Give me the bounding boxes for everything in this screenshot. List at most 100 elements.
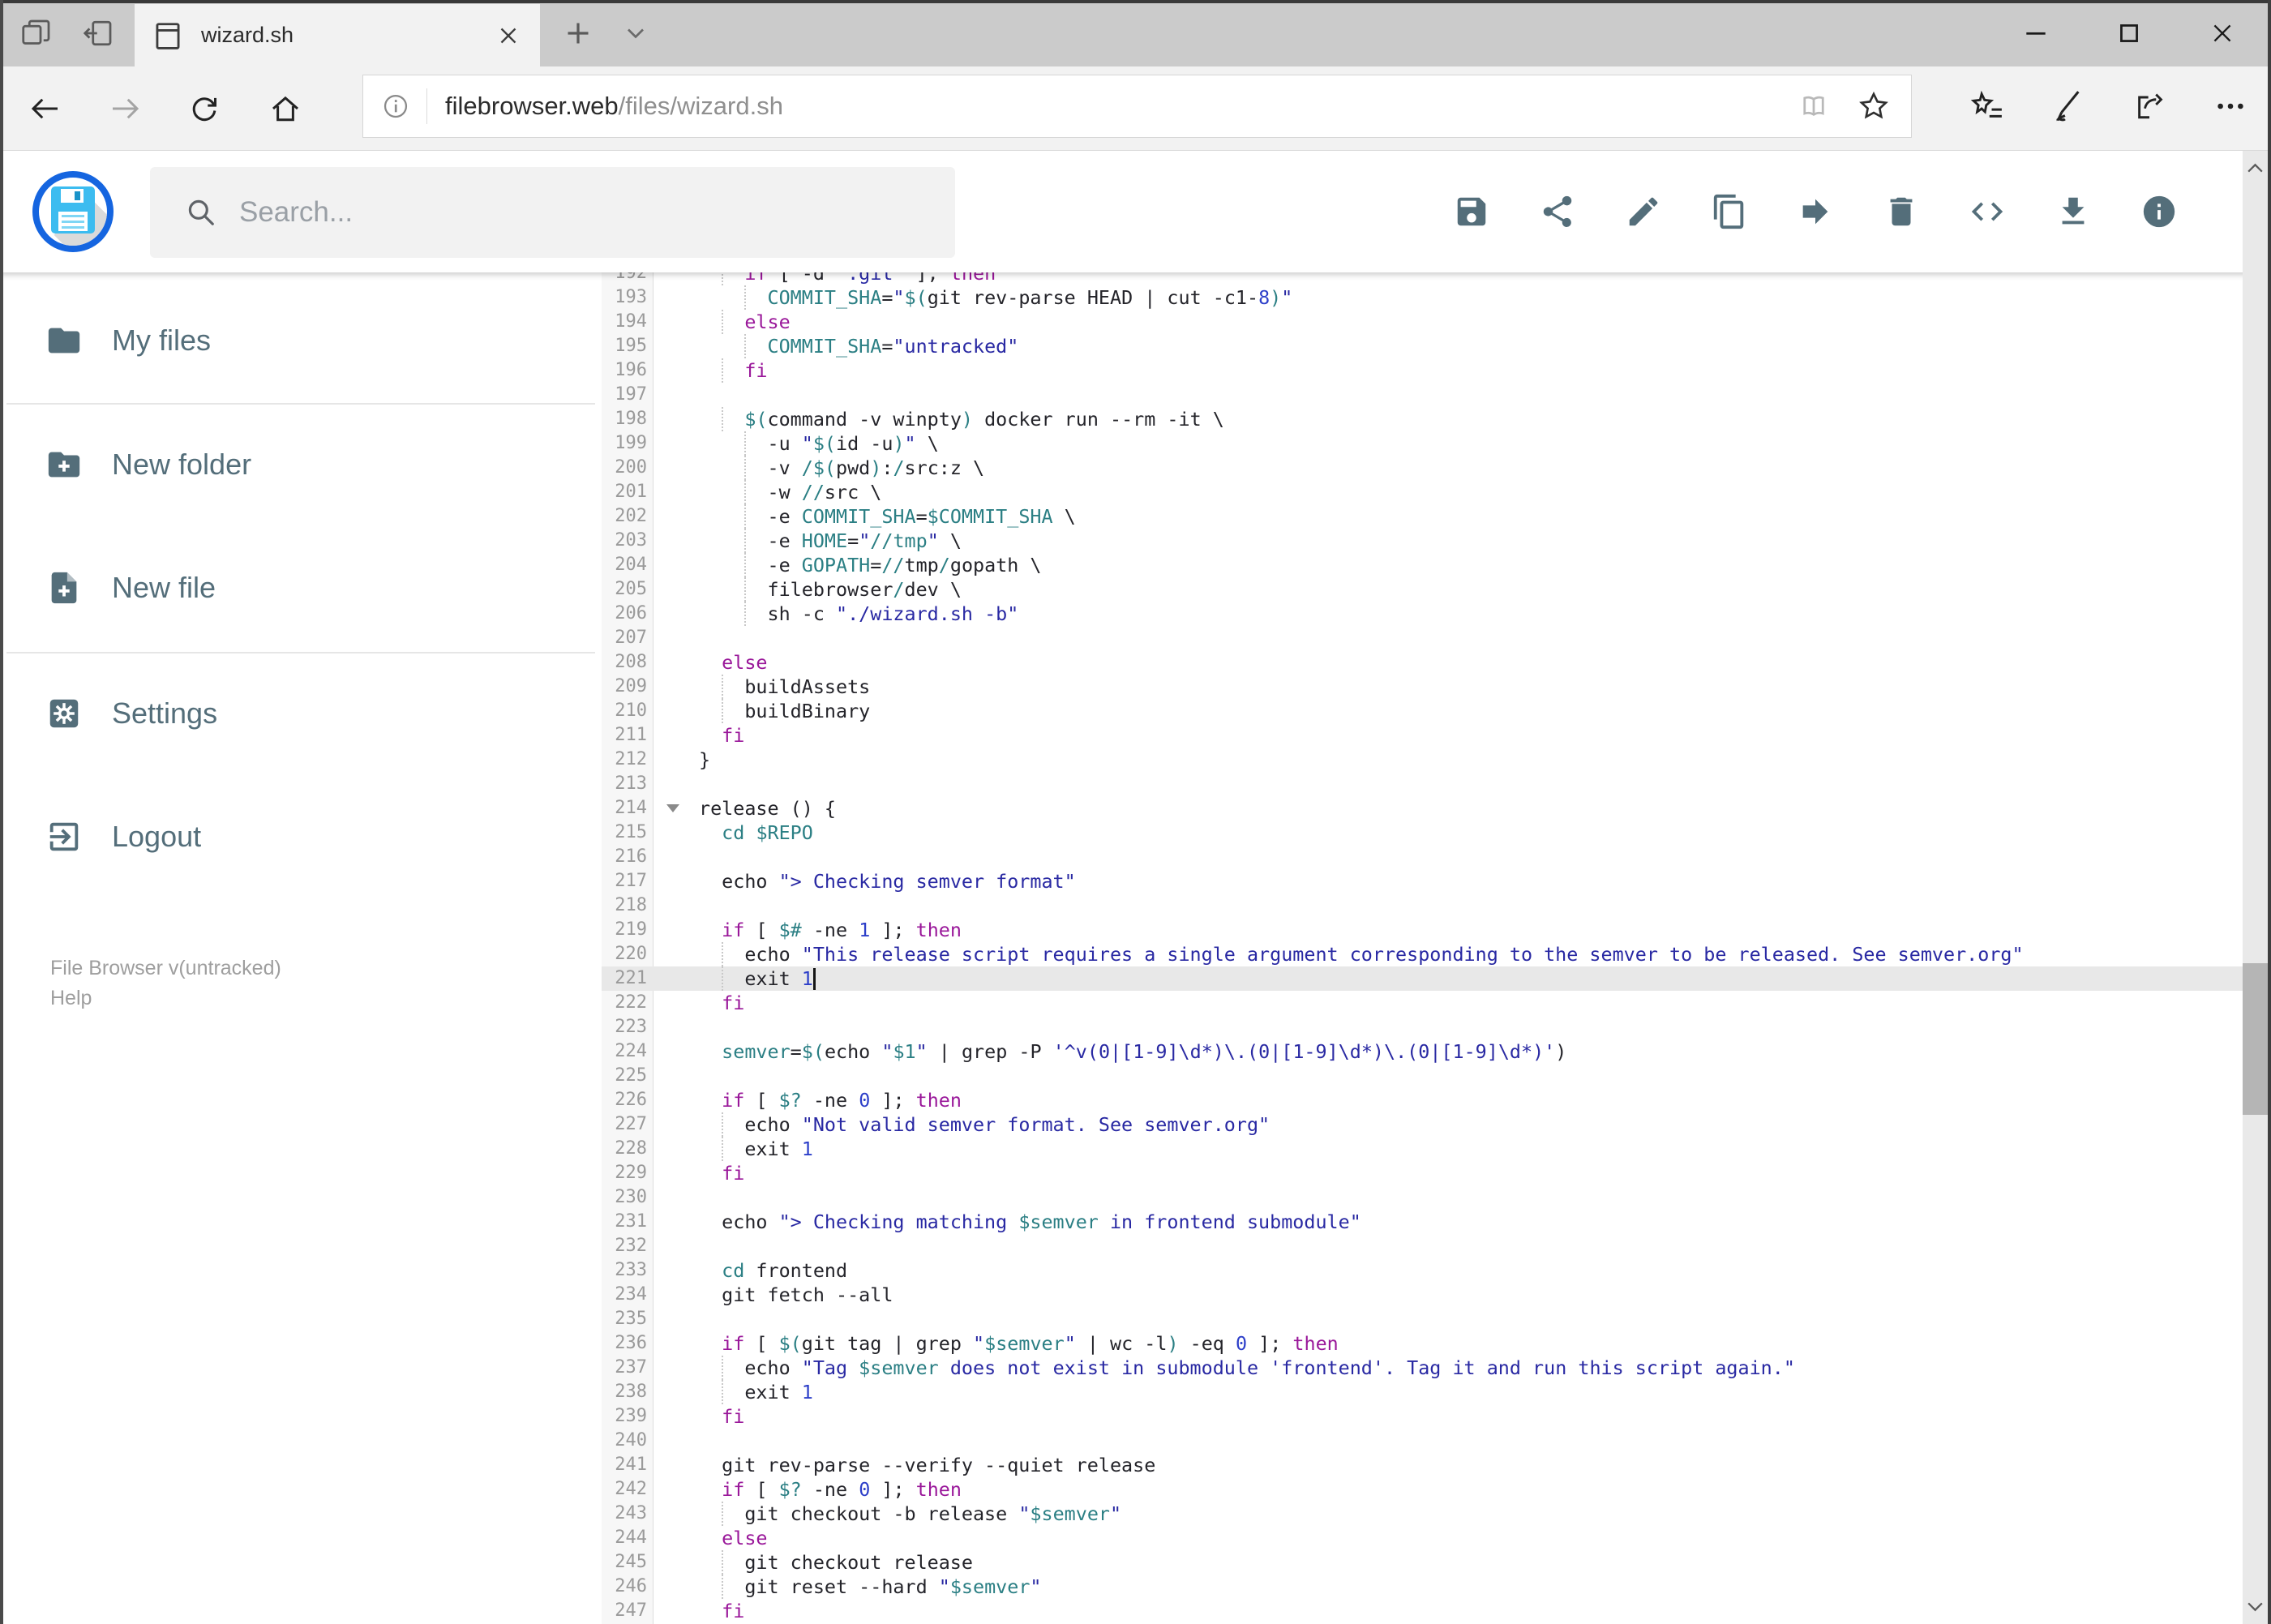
code-line[interactable]: 228 exit 1	[602, 1137, 2246, 1161]
code-line[interactable]: 201 -w //src \	[602, 480, 2246, 504]
web-note-pen-icon[interactable]	[2050, 88, 2086, 124]
code-line[interactable]: 245 git checkout release	[602, 1550, 2246, 1575]
home-icon[interactable]	[269, 92, 302, 125]
window-close-button[interactable]	[2175, 0, 2269, 66]
fold-marker-icon[interactable]	[666, 804, 679, 812]
raw-code-button[interactable]	[1961, 186, 2013, 238]
code-line[interactable]: 222 fi	[602, 991, 2246, 1015]
sidebar-item-new-folder[interactable]: New folder	[45, 439, 251, 491]
code-line[interactable]: 209 buildAssets	[602, 675, 2246, 699]
scrollbar-thumb[interactable]	[2243, 963, 2268, 1115]
code-line[interactable]: 193 COMMIT_SHA="$(git rev-parse HEAD | c…	[602, 285, 2246, 310]
code-line[interactable]: 205 filebrowser/dev \	[602, 577, 2246, 602]
code-line[interactable]: 214 release () {	[602, 796, 2246, 821]
code-line[interactable]: 215 cd $REPO	[602, 821, 2246, 845]
save-button[interactable]	[1446, 186, 1498, 238]
window-maximize-button[interactable]	[2082, 0, 2175, 66]
code-line[interactable]: 194 else	[602, 310, 2246, 334]
code-line[interactable]: 220 echo "This release script requires a…	[602, 942, 2246, 966]
code-line[interactable]: 225	[602, 1064, 2246, 1088]
code-line[interactable]: 200 -v /$(pwd):/src:z \	[602, 456, 2246, 480]
code-line[interactable]: 207	[602, 626, 2246, 650]
reading-view-icon[interactable]	[1796, 88, 1832, 124]
code-line[interactable]: 229 fi	[602, 1161, 2246, 1185]
scroll-up-icon[interactable]	[2245, 159, 2265, 179]
code-line[interactable]: 227 echo "Not valid semver format. See s…	[602, 1112, 2246, 1137]
filebrowser-logo[interactable]	[32, 171, 114, 252]
share-button[interactable]	[1532, 186, 1583, 238]
code-line[interactable]: 236 if [ $(git tag | grep "$semver" | wc…	[602, 1331, 2246, 1356]
code-line[interactable]: 217 echo "> Checking semver format"	[602, 869, 2246, 893]
sidebar-item-settings[interactable]: Settings	[45, 688, 217, 739]
code-line[interactable]: 202 -e COMMIT_SHA=$COMMIT_SHA \	[602, 504, 2246, 529]
code-line[interactable]: 219 if [ $# -ne 1 ]; then	[602, 918, 2246, 942]
hub-favorites-icon[interactable]	[1969, 88, 2005, 124]
code-line[interactable]: 239 fi	[602, 1404, 2246, 1429]
refresh-icon[interactable]	[188, 92, 221, 125]
copy-button[interactable]	[1703, 186, 1755, 238]
code-line[interactable]: 243 git checkout -b release "$semver"	[602, 1502, 2246, 1526]
tab-close-icon[interactable]	[495, 22, 522, 49]
help-link[interactable]: Help	[50, 983, 281, 1013]
code-line[interactable]: 199 -u "$(id -u)" \	[602, 431, 2246, 456]
code-line[interactable]: 246 git reset --hard "$semver"	[602, 1575, 2246, 1599]
more-options-icon[interactable]	[2213, 88, 2248, 124]
code-line[interactable]: 206 sh -c "./wizard.sh -b"	[602, 602, 2246, 626]
download-button[interactable]	[2047, 186, 2099, 238]
code-line[interactable]: 242 if [ $? -ne 0 ]; then	[602, 1477, 2246, 1502]
page-scrollbar[interactable]	[2243, 151, 2268, 1624]
sidebar-item-my-files[interactable]: My files	[45, 315, 211, 366]
code-line[interactable]: 216	[602, 845, 2246, 869]
code-line[interactable]: 210 buildBinary	[602, 699, 2246, 723]
code-line[interactable]: 212}	[602, 748, 2246, 772]
code-line[interactable]: 237 echo "Tag $semver does not exist in …	[602, 1356, 2246, 1380]
favorite-star-icon[interactable]	[1856, 88, 1892, 124]
code-line[interactable]: 232	[602, 1234, 2246, 1258]
back-icon[interactable]	[29, 92, 62, 125]
code-line[interactable]: 230	[602, 1185, 2246, 1210]
code-line[interactable]: 240	[602, 1429, 2246, 1453]
code-line[interactable]: 198 $(command -v winpty) docker run --rm…	[602, 407, 2246, 431]
code-line[interactable]: 218	[602, 893, 2246, 918]
code-line[interactable]: 235	[602, 1307, 2246, 1331]
code-line[interactable]: 208 else	[602, 650, 2246, 675]
tab-list-chevron-icon[interactable]	[621, 19, 650, 48]
tab-preview-icon[interactable]	[20, 17, 53, 49]
search-input[interactable]	[239, 196, 888, 229]
code-line[interactable]: 224 semver=$(echo "$1" | grep -P '^v(0|[…	[602, 1039, 2246, 1064]
code-line[interactable]: 196 fi	[602, 358, 2246, 383]
sidebar-item-logout[interactable]: Logout	[45, 811, 201, 863]
code-line[interactable]: 203 -e HOME="//tmp" \	[602, 529, 2246, 553]
code-line[interactable]: 197	[602, 383, 2246, 407]
code-line[interactable]: 231 echo "> Checking matching $semver in…	[602, 1210, 2246, 1234]
scroll-down-icon[interactable]	[2245, 1596, 2265, 1616]
code-line[interactable]: 204 -e GOPATH=//tmp/gopath \	[602, 553, 2246, 577]
set-tabs-aside-icon[interactable]	[82, 17, 114, 49]
code-line[interactable]: 244 else	[602, 1526, 2246, 1550]
forward-icon[interactable]	[109, 92, 141, 125]
sidebar-item-new-file[interactable]: New file	[45, 562, 216, 614]
code-line[interactable]: 221 exit 1	[602, 966, 2246, 991]
delete-button[interactable]	[1875, 186, 1927, 238]
code-line[interactable]: 234 git fetch --all	[602, 1283, 2246, 1307]
browser-tab[interactable]: wizard.sh	[135, 4, 540, 66]
code-line[interactable]: 195 COMMIT_SHA="untracked"	[602, 334, 2246, 358]
code-editor[interactable]: 192 if [ -d ".git" ]; then 193 COMMIT_SHA…	[602, 151, 2246, 1624]
code-line[interactable]: 247 fi	[602, 1599, 2246, 1623]
code-line[interactable]: 223	[602, 1015, 2246, 1039]
code-line[interactable]: 238 exit 1	[602, 1380, 2246, 1404]
code-line[interactable]: 213	[602, 772, 2246, 796]
share-icon[interactable]	[2132, 88, 2167, 124]
address-bar[interactable]: filebrowser.web/files/wizard.sh	[362, 75, 1912, 138]
code-line[interactable]: 233 cd frontend	[602, 1258, 2246, 1283]
search-box[interactable]	[150, 167, 955, 258]
code-line[interactable]: 226 if [ $? -ne 0 ]; then	[602, 1088, 2246, 1112]
site-info-icon[interactable]	[381, 92, 410, 121]
new-tab-button[interactable]	[562, 17, 594, 49]
move-button[interactable]	[1789, 186, 1841, 238]
window-minimize-button[interactable]	[1989, 0, 2082, 66]
code-line[interactable]: 211 fi	[602, 723, 2246, 748]
edit-button[interactable]	[1618, 186, 1669, 238]
code-line[interactable]: 241 git rev-parse --verify --quiet relea…	[602, 1453, 2246, 1477]
info-button[interactable]	[2133, 186, 2185, 238]
